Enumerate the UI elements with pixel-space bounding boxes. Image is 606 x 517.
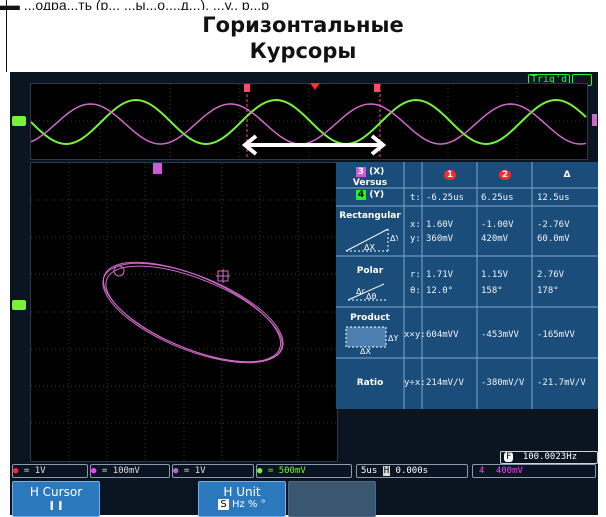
y-channel-badge: 4 — [355, 190, 367, 200]
cursor-measurement-table: 3 (X) Versus 4 (Y) 1 2 Δ t: -6.25us 6.25… — [336, 162, 598, 409]
ch3-scale[interactable]: ● = 1V — [172, 464, 254, 478]
xy-plot — [31, 163, 337, 461]
h-unit-options: S Hz % ° — [218, 499, 266, 510]
polar-r-delta: 2.76V — [537, 270, 565, 280]
h-cursor-value: I I — [49, 499, 63, 513]
polar-r-label: r: — [410, 270, 421, 280]
product-label: Product — [350, 313, 390, 323]
polar-theta-label: θ: — [410, 286, 421, 296]
status-bar: ● = 1V ● = 100mV ● = 1V ● = 500mV 5us H … — [10, 464, 598, 478]
rect-x-label: x: — [410, 220, 421, 230]
rect-x-delta: -2.76V — [537, 220, 570, 230]
svg-text:Δθ: Δθ — [366, 292, 376, 301]
softkey-bar: H Cursor I I H Unit S Hz % ° — [10, 481, 598, 517]
cropped-header-text: ▄▄ ...одра...ть (р... ...ы...о....д...).… — [0, 0, 606, 10]
trigger-display[interactable]: 4 400mV — [472, 464, 596, 478]
rect-y-delta: 60.0mV — [537, 234, 570, 244]
cursor-1-marker-icon[interactable] — [244, 84, 250, 92]
x-channel-unit: (X) — [369, 167, 385, 177]
ch2-scale[interactable]: ● = 100mV — [90, 464, 170, 478]
y-channel-unit: (Y) — [369, 190, 385, 200]
h-unit-softkey[interactable]: H Unit S Hz % ° — [198, 481, 286, 517]
title-line-2: Курсоры — [249, 39, 357, 63]
polar-theta-delta: 178° — [537, 286, 559, 296]
versus-label: Versus — [352, 178, 388, 188]
t-delta: 12.5us — [537, 193, 570, 203]
ratio-delta: -21.7mV/V — [537, 378, 586, 388]
product-cursor-2: -453mVV — [481, 330, 519, 340]
rect-x-cursor-1: 1.60V — [426, 220, 454, 230]
svg-text:ΔY: ΔY — [388, 334, 398, 343]
rectangular-label: Rectangular — [339, 211, 401, 221]
ch3-level-marker-icon — [592, 114, 597, 126]
polar-r-cursor-1: 1.71V — [426, 270, 454, 280]
svg-text:ΔX: ΔX — [360, 347, 371, 355]
ch3-x-marker-icon — [153, 163, 162, 174]
xy-header: 3 (X) — [336, 167, 404, 177]
t-row-label: t: — [410, 193, 421, 203]
left-edge-line — [6, 0, 7, 72]
ch4-scale[interactable]: ● = 500mV — [256, 464, 352, 478]
y-channel-header: 4 (Y) — [336, 190, 404, 200]
t-cursor-2: 6.25us — [481, 193, 514, 203]
product-row-label: x×y: — [404, 330, 426, 340]
product-cursor-1: 604mVV — [426, 330, 459, 340]
disabled-softkey — [288, 481, 376, 517]
ratio-row-label: y÷x: — [404, 378, 426, 388]
rect-y-label: y: — [410, 234, 421, 244]
ch1-scale[interactable]: ● = 1V — [12, 464, 88, 478]
h-cursor-label: H Cursor — [29, 485, 83, 499]
rect-x-cursor-2: -1.00V — [481, 220, 514, 230]
cursor-2-marker-icon[interactable] — [374, 84, 380, 92]
xy-display-window[interactable] — [30, 162, 338, 462]
polar-r-cursor-2: 1.15V — [481, 270, 509, 280]
polar-label: Polar — [356, 266, 384, 276]
col-header-delta: Δ — [563, 170, 571, 180]
title-line-1: Горизонтальные — [202, 13, 404, 37]
rect-y-cursor-1: 360mV — [426, 234, 454, 244]
ch4-y-marker-icon — [12, 300, 26, 310]
rectangular-diagram-icon: ΔY ΔX — [345, 228, 398, 252]
h-cursor-softkey[interactable]: H Cursor I I — [12, 481, 100, 517]
h-unit-label: H Unit — [223, 485, 261, 499]
double-arrow-icon — [241, 134, 387, 156]
polar-diagram-icon: Δr Δθ — [347, 283, 388, 301]
frequency-readout: F 100.0023Hz — [500, 451, 598, 464]
svg-text:Δr: Δr — [356, 287, 365, 296]
x-channel-badge: 3 — [355, 167, 366, 177]
timebase-display[interactable]: 5us H 0.000s — [356, 464, 468, 478]
xy-lissajous-ellipse — [102, 261, 284, 364]
trigger-position-icon — [310, 83, 320, 90]
ratio-label: Ratio — [356, 378, 384, 388]
col-header-cursor-2: 2 — [487, 170, 523, 180]
product-delta: -165mVV — [537, 330, 575, 340]
frequency-badge: F — [504, 452, 514, 462]
ratio-cursor-2: -380mV/V — [481, 378, 525, 388]
polar-theta-cursor-1: 12.0° — [426, 286, 454, 296]
t-cursor-1: -6.25us — [426, 193, 464, 203]
svg-text:ΔY: ΔY — [390, 234, 398, 243]
polar-theta-cursor-2: 158° — [481, 286, 503, 296]
frequency-value: 100.0023Hz — [522, 452, 578, 462]
col-header-cursor-1: 1 — [432, 170, 468, 180]
ratio-cursor-1: 214mV/V — [426, 378, 464, 388]
svg-text:ΔX: ΔX — [364, 243, 375, 252]
ch4-level-marker-icon — [12, 116, 26, 126]
product-diagram-icon: ΔY ΔX — [345, 326, 398, 355]
rect-y-cursor-2: 420mV — [481, 234, 509, 244]
